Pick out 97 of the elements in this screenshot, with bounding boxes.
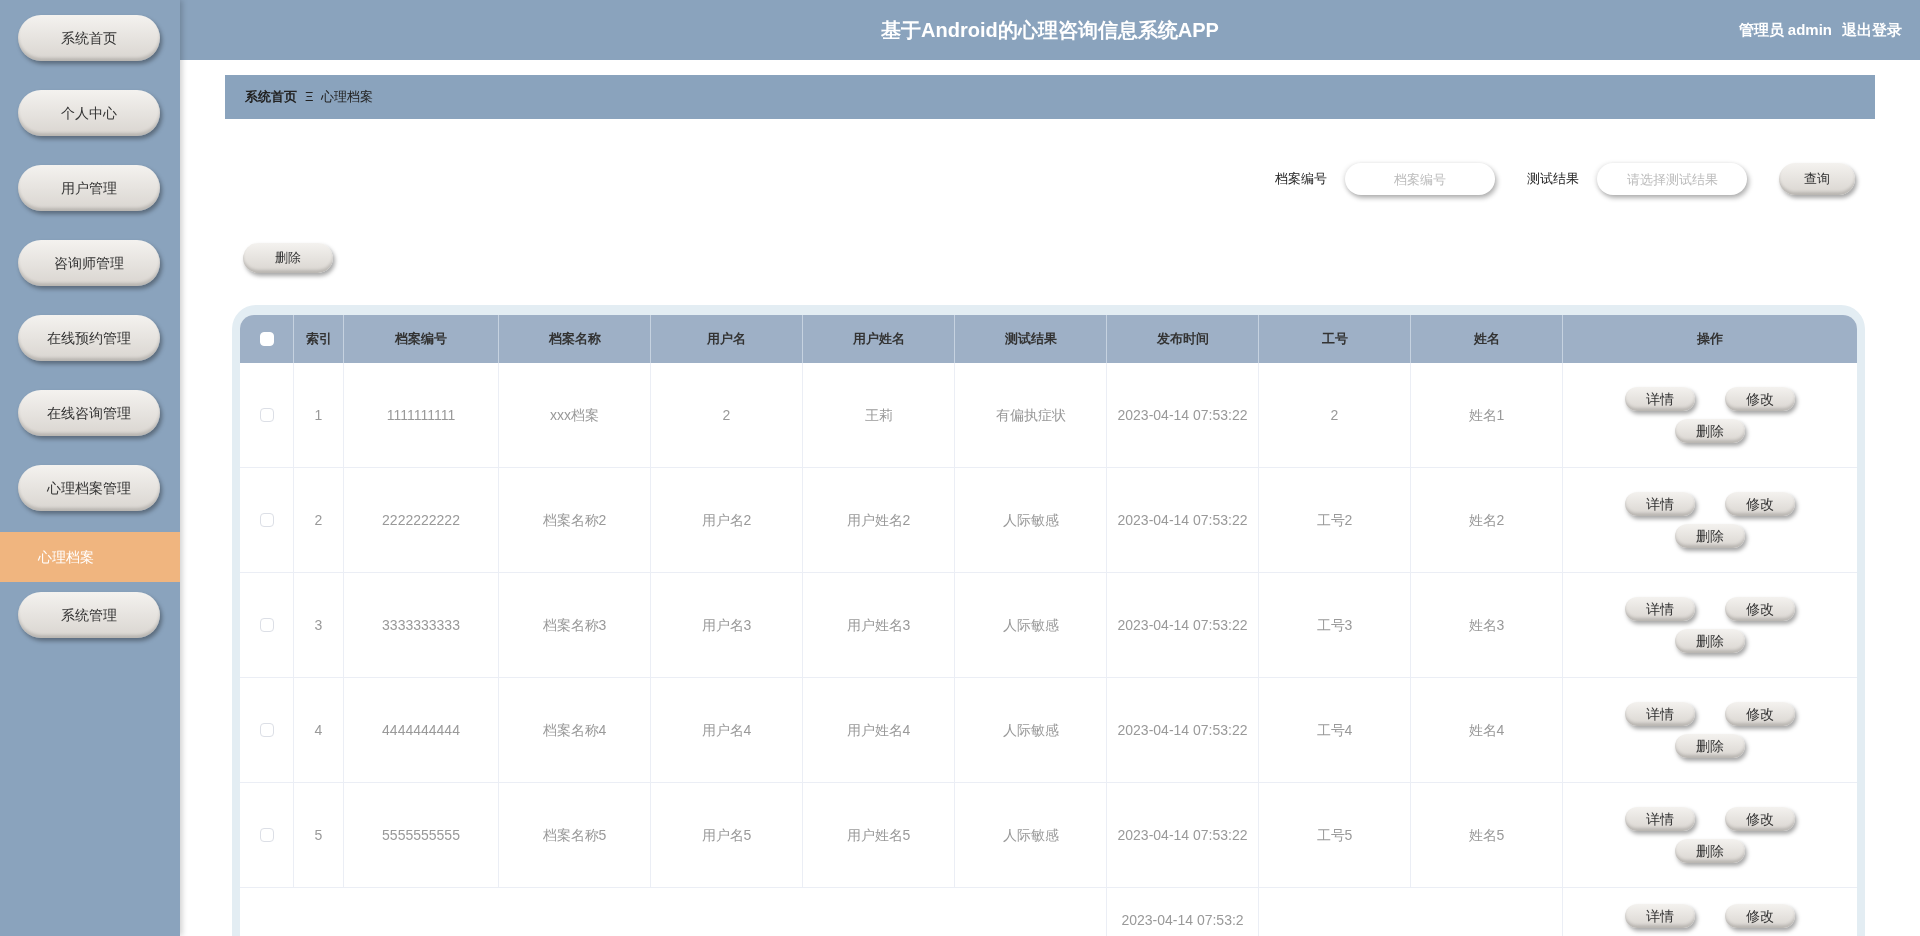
- table-cell-text: 王莉: [864, 405, 893, 425]
- table-cell-text: 用户姓名2: [846, 510, 911, 530]
- query-button[interactable]: 查询: [1779, 163, 1855, 195]
- action-button[interactable]: 删除: [1675, 734, 1745, 758]
- table-cell-text: 1111111111: [386, 405, 456, 425]
- column-header: 测试结果: [1004, 330, 1057, 349]
- table-cell-text: xxx档案: [550, 405, 599, 425]
- table-cell-text: 人际敏感: [1002, 720, 1059, 740]
- action-button[interactable]: 详情: [1625, 597, 1695, 621]
- field-label: 档案编号: [1275, 170, 1327, 189]
- table-cell-text: 2222222222: [382, 510, 460, 530]
- column-header: 档案名称: [548, 330, 601, 349]
- sidebar-item[interactable]: 咨询师管理: [18, 240, 160, 286]
- table-cell-text: 用户名4: [701, 720, 752, 740]
- table-cell-text: 人际敏感: [1002, 825, 1059, 845]
- table-cell-text: 用户名2: [701, 510, 752, 530]
- checkbox[interactable]: [259, 513, 274, 527]
- table-cell-text: 姓名5: [1468, 825, 1505, 845]
- table-cell-text: 姓名2: [1468, 510, 1505, 530]
- table-cell-text: 档案名称3: [542, 615, 607, 635]
- checkbox[interactable]: [259, 408, 274, 422]
- action-button[interactable]: 删除: [1675, 524, 1745, 548]
- table-cell-text: 2023-04-14 07:53:22: [1116, 826, 1249, 845]
- table-cell-text: 2023-04-14 07:53:22: [1116, 616, 1249, 635]
- table-cell-text: 姓名4: [1468, 720, 1505, 740]
- action-button[interactable]: 删除: [1675, 629, 1745, 653]
- action-button[interactable]: 修改: [1725, 904, 1795, 928]
- table-cell-text: 用户名5: [701, 825, 752, 845]
- action-button[interactable]: 修改: [1725, 597, 1795, 621]
- sidebar-item[interactable]: 个人中心: [18, 90, 160, 136]
- table-cell-text: 工号2: [1316, 510, 1353, 530]
- table-cell-text: 姓名3: [1468, 615, 1505, 635]
- column-header: 操作: [1697, 330, 1723, 349]
- table-cell-text: 4: [314, 720, 323, 740]
- sidebar-item[interactable]: 系统首页: [18, 15, 160, 61]
- table-cell-text: 工号3: [1316, 615, 1353, 635]
- column-header: 发布时间: [1156, 330, 1209, 349]
- table-cell-text: 2023-04-14 07:53:22: [1116, 511, 1249, 530]
- action-button[interactable]: 修改: [1725, 702, 1795, 726]
- breadcrumb-current: 心理档案: [321, 88, 374, 107]
- table-cell-text: 工号5: [1316, 825, 1353, 845]
- table-cell-text: 2023-04-14 07:53:22: [1116, 406, 1249, 425]
- table-cell-text: 4444444444: [382, 720, 460, 740]
- table-cell-text: 5555555555: [382, 825, 460, 845]
- table-cell-text: 人际敏感: [1002, 615, 1059, 635]
- table-cell-text: 5: [314, 825, 323, 845]
- column-header: 姓名: [1473, 330, 1500, 349]
- table-cell-text: 2023-04-14 07:53:22: [1116, 721, 1249, 740]
- action-button[interactable]: 详情: [1625, 807, 1695, 831]
- delete-button[interactable]: 删除: [243, 243, 333, 273]
- table-cell-text: 2023-04-14 07:53:2: [1121, 911, 1244, 930]
- action-button[interactable]: 修改: [1725, 387, 1795, 411]
- user-label: 管理员 admin: [1738, 19, 1832, 40]
- table-cell-text: 3333333333: [382, 615, 460, 635]
- action-button[interactable]: 详情: [1625, 702, 1695, 726]
- sidebar-item[interactable]: 在线咨询管理: [18, 390, 160, 436]
- table-cell-text: 用户名3: [701, 615, 752, 635]
- table-cell-text: 2: [722, 405, 731, 425]
- breadcrumb-link[interactable]: 系统首页: [245, 87, 297, 107]
- sidebar-item[interactable]: 心理档案管理: [18, 465, 160, 511]
- action-button[interactable]: 详情: [1625, 387, 1695, 411]
- search-field[interactable]: 请选择测试结果: [1597, 163, 1747, 195]
- table-cell-text: 2: [1330, 405, 1339, 425]
- table-cell-text: 2: [314, 510, 323, 530]
- sidebar-item[interactable]: 系统管理: [18, 592, 160, 638]
- table-cell-text: 档案名称2: [542, 510, 607, 530]
- checkbox[interactable]: [259, 618, 274, 632]
- column-header: 用户姓名: [852, 330, 905, 349]
- column-header: 索引: [305, 330, 332, 349]
- table-cell-text: 3: [314, 615, 323, 635]
- sidebar-item[interactable]: 用户管理: [18, 165, 160, 211]
- table-cell-text: 用户姓名3: [846, 615, 911, 635]
- table-cell-text: 有偏执症状: [995, 405, 1066, 425]
- checkbox[interactable]: [259, 723, 274, 737]
- field-label: 测试结果: [1527, 170, 1579, 189]
- app-title: 基于Android的心理咨询信息系统APP: [881, 18, 1219, 43]
- action-button[interactable]: 详情: [1625, 492, 1695, 516]
- action-button[interactable]: 修改: [1725, 492, 1795, 516]
- column-header: 档案编号: [395, 330, 447, 349]
- table-cell-text: 姓名1: [1468, 405, 1505, 425]
- action-button[interactable]: 详情: [1625, 904, 1695, 928]
- checkbox[interactable]: [259, 828, 274, 842]
- table-cell-text: 工号4: [1316, 720, 1353, 740]
- action-button[interactable]: 修改: [1725, 807, 1795, 831]
- search-field[interactable]: 档案编号: [1345, 163, 1495, 195]
- column-header: 工号: [1321, 330, 1348, 349]
- table-cell-text: 档案名称5: [542, 825, 607, 845]
- action-button[interactable]: 删除: [1675, 419, 1745, 443]
- action-button[interactable]: 删除: [1675, 839, 1745, 863]
- sidebar-item[interactable]: 在线预约管理: [18, 315, 160, 361]
- table-cell-text: 人际敏感: [1002, 510, 1059, 530]
- table-cell-text: 用户姓名5: [846, 825, 911, 845]
- table-cell-text: 1: [314, 405, 323, 425]
- table-cell-text: 用户姓名4: [846, 720, 911, 740]
- column-header: 用户名: [707, 330, 746, 349]
- breadcrumb-separator: Ξ: [305, 88, 314, 107]
- table-cell-text: 档案名称4: [542, 720, 607, 740]
